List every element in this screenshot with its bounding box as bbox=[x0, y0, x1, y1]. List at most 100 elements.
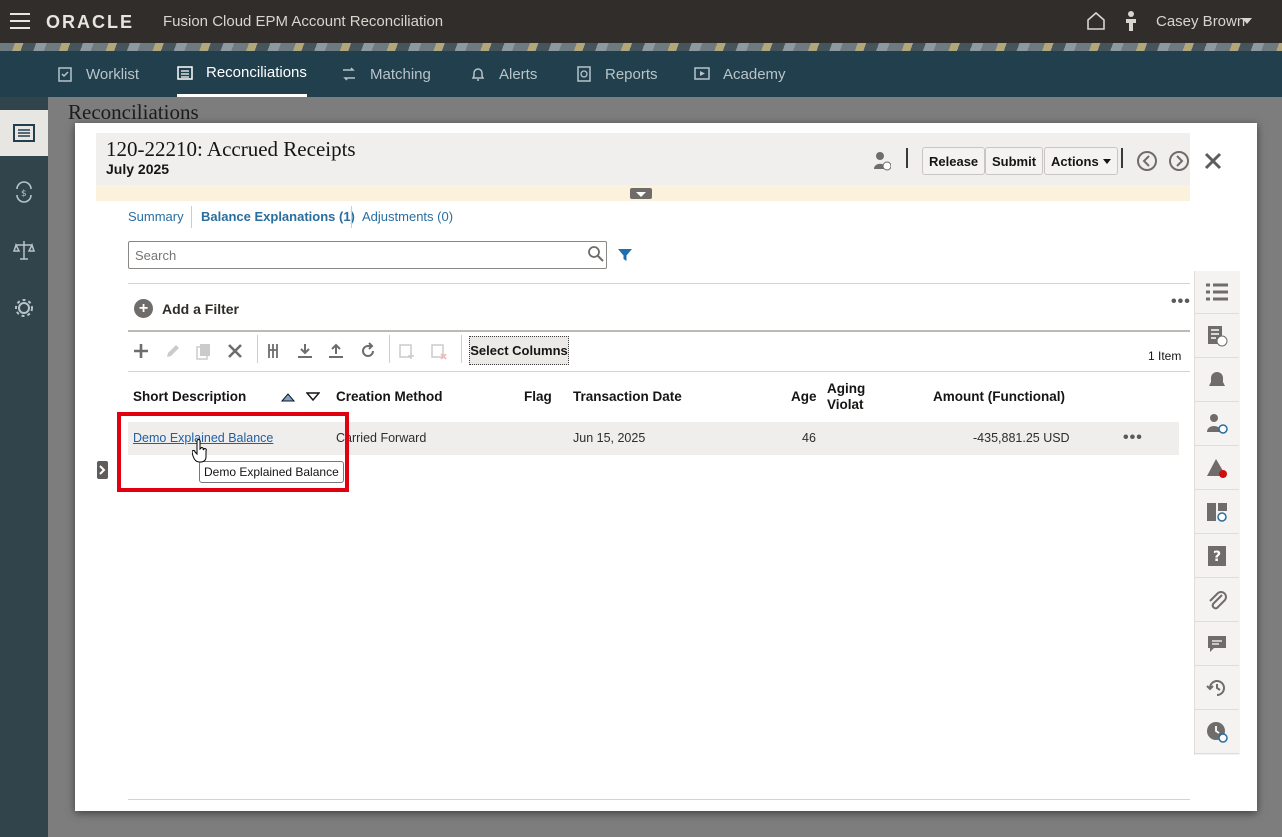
document-info-icon bbox=[1208, 326, 1228, 347]
rail-alerts[interactable] bbox=[1195, 359, 1239, 402]
rail-assignees[interactable] bbox=[1195, 403, 1239, 446]
collapse-header-icon[interactable] bbox=[630, 188, 652, 199]
copy-icon[interactable] bbox=[194, 341, 214, 361]
column-header-short-description[interactable]: Short Description bbox=[133, 389, 246, 404]
add-row-icon[interactable] bbox=[397, 341, 417, 361]
rail-schedule[interactable] bbox=[1195, 711, 1239, 754]
clock-icon bbox=[1207, 722, 1228, 743]
search-input[interactable] bbox=[128, 241, 607, 269]
home-icon[interactable] bbox=[1086, 11, 1106, 31]
tab-label: Alerts bbox=[499, 65, 538, 83]
next-arrow-icon[interactable] bbox=[1169, 151, 1189, 171]
dialog-period: July 2025 bbox=[106, 161, 170, 177]
global-header: ORACLE Fusion Cloud EPM Account Reconcil… bbox=[0, 0, 1282, 43]
tab-adjustments[interactable]: Adjustments (0) bbox=[362, 209, 453, 224]
gear-person-icon bbox=[15, 299, 33, 317]
svg-text:?: ? bbox=[1213, 549, 1221, 565]
attributes-icon bbox=[1207, 503, 1227, 522]
row-actions-icon[interactable]: ••• bbox=[1123, 429, 1143, 447]
rail-warnings[interactable] bbox=[1195, 447, 1239, 490]
column-header-amount[interactable]: Amount (Functional) bbox=[933, 389, 1065, 404]
column-header-creation-method[interactable]: Creation Method bbox=[336, 389, 443, 404]
table-list-icon bbox=[177, 65, 193, 80]
transaction-date-cell: Jun 15, 2025 bbox=[573, 431, 646, 445]
rail-history[interactable] bbox=[1195, 667, 1239, 710]
submit-button[interactable]: Submit bbox=[985, 147, 1044, 175]
user-help-icon[interactable] bbox=[873, 151, 891, 171]
chevron-down-icon[interactable] bbox=[1242, 18, 1252, 24]
sort-ascending-icon[interactable] bbox=[281, 392, 295, 402]
tab-alerts[interactable]: Alerts bbox=[470, 51, 537, 97]
toolbar-separator bbox=[389, 335, 390, 363]
sort-descending-icon[interactable] bbox=[306, 392, 320, 402]
rail-comments[interactable] bbox=[1195, 623, 1239, 666]
freeze-columns-icon[interactable] bbox=[265, 341, 285, 361]
header-separator bbox=[906, 148, 908, 168]
age-cell: 46 bbox=[802, 431, 816, 445]
rail-list-view[interactable] bbox=[1195, 271, 1239, 314]
rail-questions[interactable]: ? bbox=[1195, 535, 1239, 578]
filter-icon[interactable] bbox=[617, 247, 633, 263]
tab-balance-explanations[interactable]: Balance Explanations (1) bbox=[201, 209, 355, 224]
accessibility-person-icon[interactable] bbox=[1124, 10, 1138, 32]
tab-reconciliations[interactable]: Reconciliations bbox=[177, 51, 307, 97]
bell-icon bbox=[1209, 372, 1225, 389]
dialog-title: 120-22210: Accrued Receipts bbox=[106, 137, 356, 161]
add-filter-label: Add a Filter bbox=[162, 300, 240, 317]
add-icon[interactable] bbox=[131, 341, 151, 361]
tab-academy[interactable]: Academy bbox=[694, 51, 786, 97]
search-icon[interactable] bbox=[587, 245, 605, 263]
add-filter-button[interactable]: + Add a Filter bbox=[134, 299, 239, 318]
download-icon[interactable] bbox=[295, 341, 315, 361]
tab-matching[interactable]: Matching bbox=[341, 51, 431, 97]
release-button[interactable]: Release bbox=[922, 147, 986, 175]
rail-attachments[interactable] bbox=[1195, 579, 1239, 622]
tab-worklist[interactable]: Worklist bbox=[57, 51, 139, 97]
list-icon bbox=[1206, 283, 1228, 301]
edit-pencil-icon[interactable] bbox=[163, 341, 183, 361]
creation-method-cell: Carried Forward bbox=[336, 431, 427, 445]
header-separator bbox=[1121, 148, 1123, 168]
matching-icon bbox=[343, 67, 355, 81]
upload-icon[interactable] bbox=[326, 341, 346, 361]
warning-icon bbox=[1207, 459, 1227, 478]
user-settings-icon bbox=[1207, 414, 1228, 434]
actions-menu-button[interactable]: Actions bbox=[1044, 147, 1118, 175]
delete-x-icon[interactable] bbox=[225, 341, 245, 361]
refresh-icon[interactable] bbox=[358, 341, 378, 361]
select-columns-button[interactable]: Select Columns bbox=[469, 336, 569, 365]
hamburger-menu-icon[interactable] bbox=[10, 13, 30, 29]
paperclip-icon bbox=[1209, 591, 1227, 610]
column-header-aging-line: Aging bbox=[827, 381, 866, 396]
remove-row-icon[interactable] bbox=[429, 341, 449, 361]
rail-reconciliations[interactable] bbox=[0, 110, 48, 156]
close-icon[interactable] bbox=[1204, 152, 1222, 170]
more-options-icon[interactable]: ••• bbox=[1171, 293, 1191, 311]
hand-pointer-cursor-icon bbox=[192, 439, 207, 463]
user-menu[interactable]: Casey Brown bbox=[1156, 13, 1245, 30]
tab-label: Academy bbox=[723, 65, 786, 83]
divider bbox=[128, 330, 1190, 332]
decorative-banner bbox=[0, 43, 1282, 51]
actions-label: Actions bbox=[1051, 153, 1099, 169]
rail-transactions[interactable]: $ bbox=[0, 169, 48, 215]
tab-label: Reports bbox=[605, 65, 658, 83]
rail-settings[interactable] bbox=[0, 285, 48, 331]
highlight-box bbox=[117, 412, 349, 492]
previous-arrow-icon[interactable] bbox=[1137, 151, 1157, 171]
divider bbox=[128, 283, 1190, 284]
tab-reports[interactable]: Reports bbox=[576, 51, 658, 97]
report-icon bbox=[577, 66, 591, 82]
currency-exchange-icon: $ bbox=[16, 181, 32, 203]
column-header-aging-violation[interactable]: Aging Violat bbox=[827, 381, 867, 413]
rail-attributes[interactable] bbox=[1195, 491, 1239, 534]
clipboard-icon bbox=[58, 67, 72, 82]
tab-summary[interactable]: Summary bbox=[128, 209, 184, 224]
rail-properties[interactable] bbox=[1195, 315, 1239, 358]
tab-separator bbox=[351, 206, 352, 228]
rail-balancing[interactable] bbox=[0, 227, 48, 273]
expand-panel-icon[interactable] bbox=[97, 461, 108, 479]
column-header-transaction-date[interactable]: Transaction Date bbox=[573, 389, 682, 404]
column-header-flag[interactable]: Flag bbox=[524, 389, 552, 404]
column-header-age[interactable]: Age bbox=[791, 389, 817, 404]
